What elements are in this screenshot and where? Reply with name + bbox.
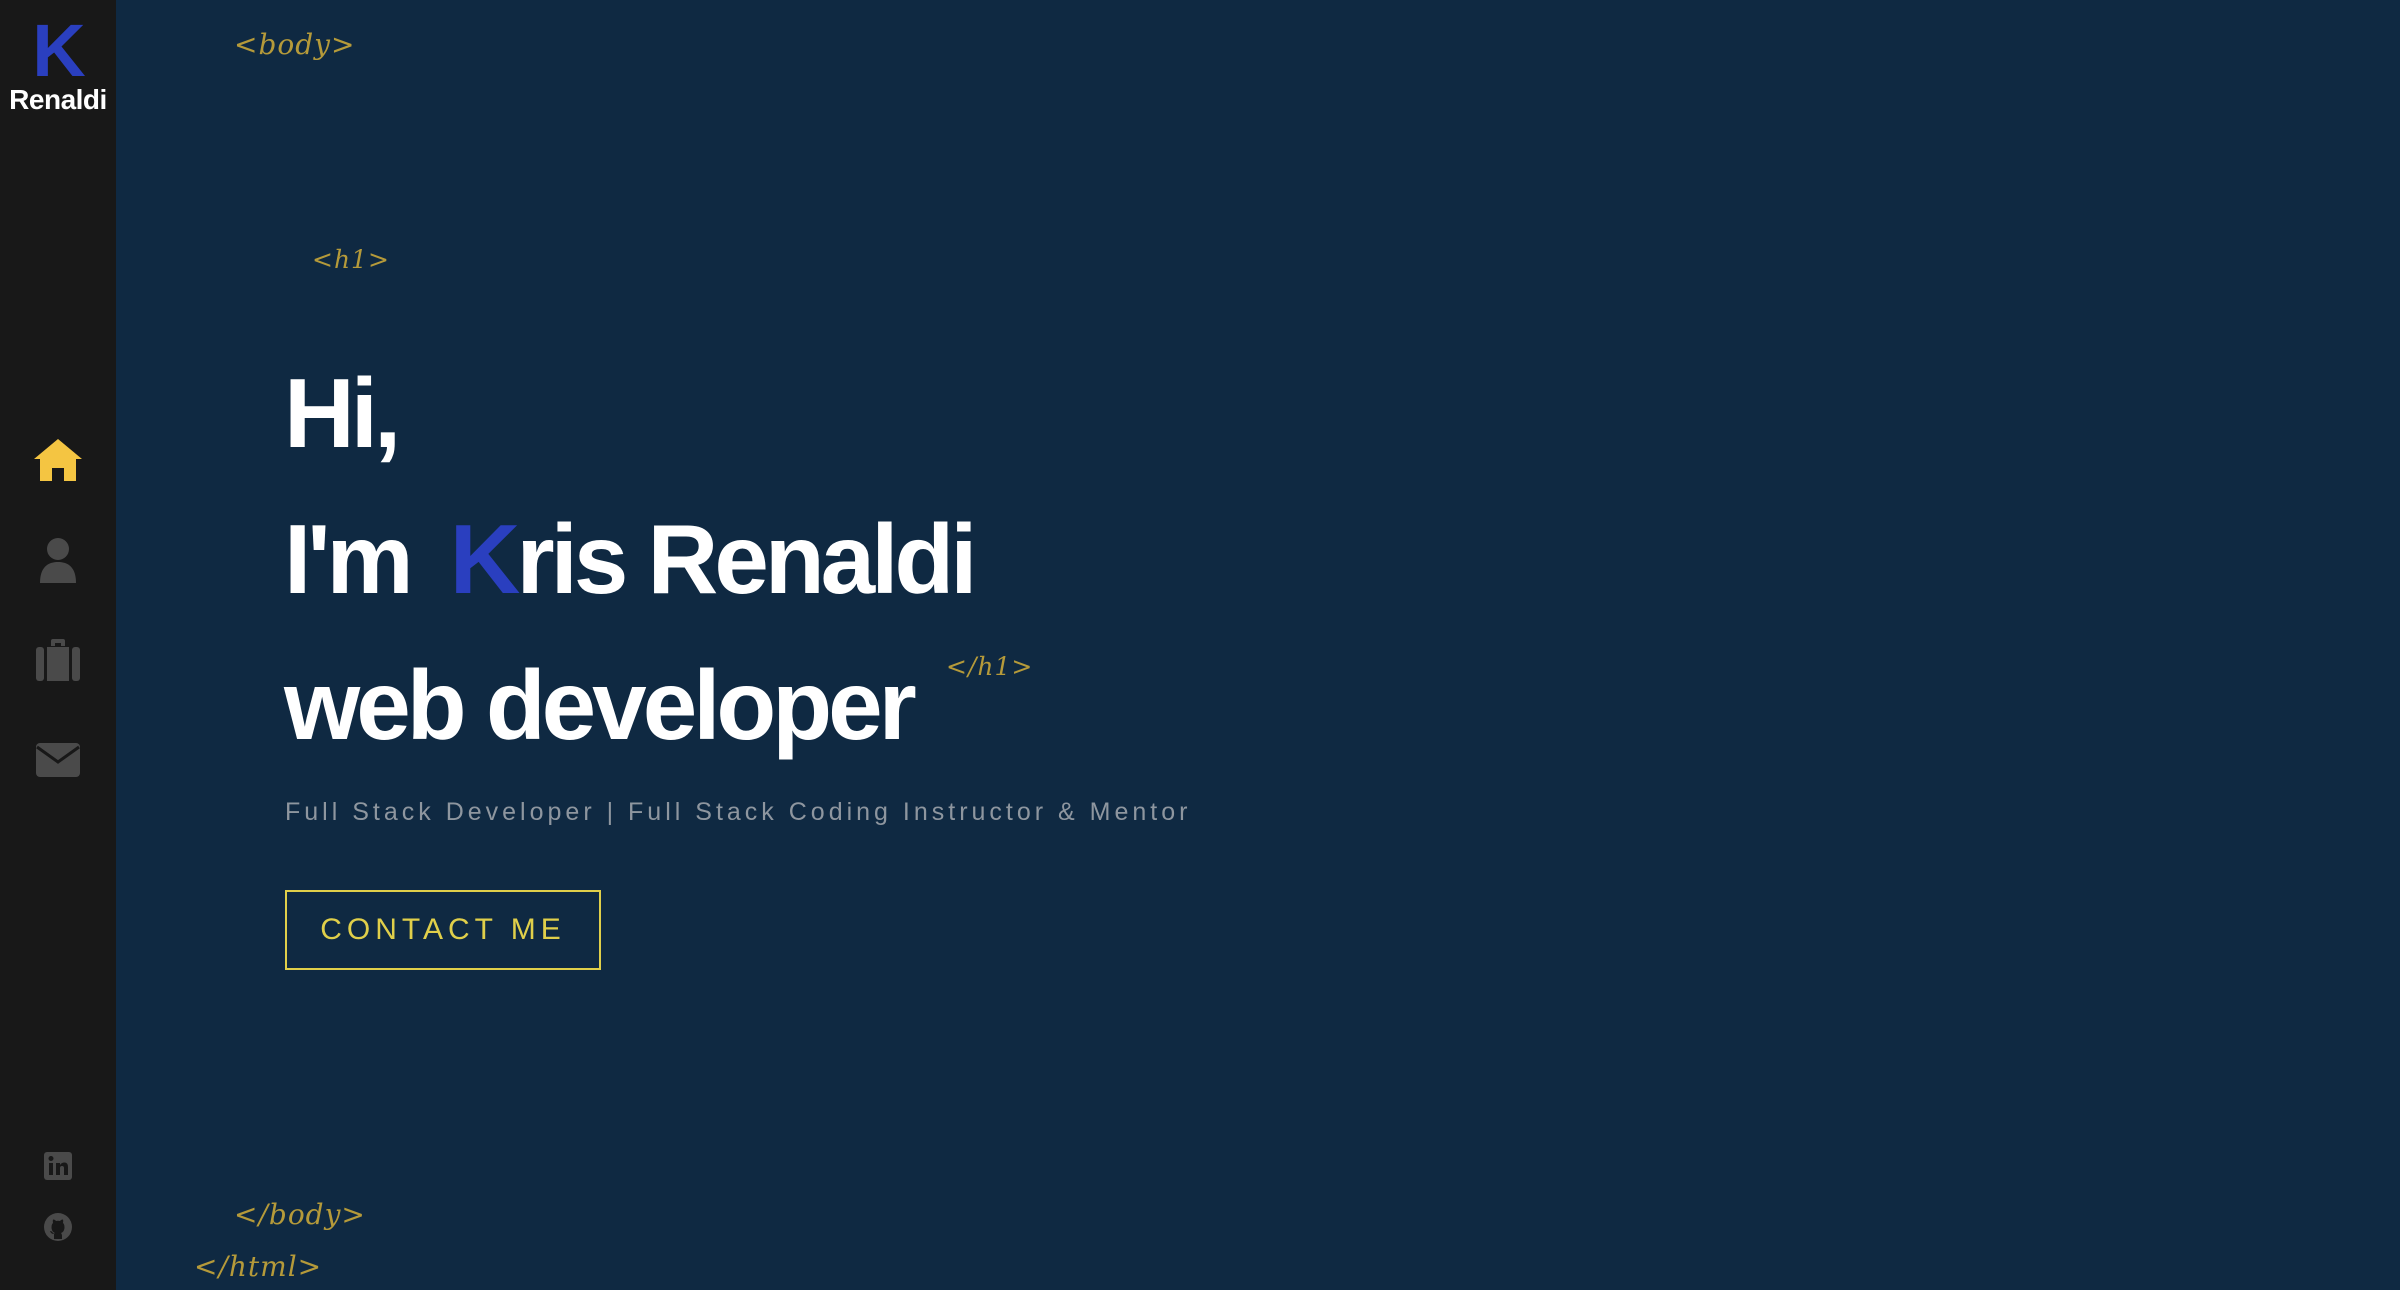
- h1-open-tag: <h1>: [312, 245, 390, 274]
- github-icon: [44, 1213, 72, 1241]
- logo[interactable]: K Renaldi: [0, 14, 116, 116]
- envelope-icon: [36, 743, 80, 777]
- body-close-tag: </body>: [234, 1198, 366, 1231]
- hero-heading: Hi, I'm Kris Renaldi web developer: [284, 340, 978, 778]
- github-link[interactable]: [0, 1212, 116, 1242]
- nav-work[interactable]: [0, 625, 116, 695]
- briefcase-icon: [36, 639, 80, 681]
- user-icon: [40, 538, 76, 583]
- nav-contact[interactable]: [0, 725, 116, 795]
- linkedin-link[interactable]: [0, 1152, 116, 1180]
- hero-name-initial: K: [449, 504, 521, 614]
- body-open-tag: <body>: [234, 28, 356, 61]
- linkedin-icon: [44, 1152, 72, 1180]
- sidebar: K Renaldi: [0, 0, 116, 1290]
- hero-im-text: I'm: [284, 504, 414, 614]
- hero-subtitle: Full Stack Developer | Full Stack Coding…: [285, 798, 1192, 826]
- logo-name: Renaldi: [9, 84, 107, 115]
- hero-line-role: web developer: [284, 650, 917, 760]
- hero-name-rest: ris Renaldi: [516, 504, 977, 614]
- contact-me-button[interactable]: CONTACT ME: [285, 890, 601, 970]
- html-close-tag: </html>: [194, 1250, 323, 1283]
- hero-line-greeting: Hi,: [284, 358, 401, 468]
- home-icon: [34, 439, 82, 481]
- nav-home[interactable]: [0, 425, 116, 495]
- logo-letter: K: [32, 9, 85, 92]
- hero-line-name: I'm Kris Renaldi: [284, 486, 978, 632]
- nav-about[interactable]: [0, 525, 116, 595]
